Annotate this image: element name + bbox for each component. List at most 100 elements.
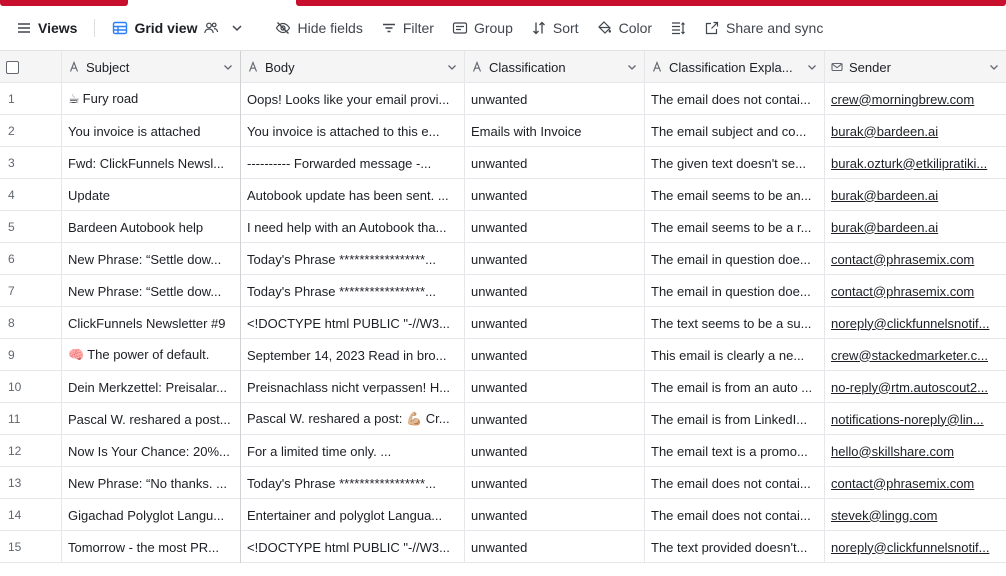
sender-cell[interactable]: crew@morningbrew.com [825,83,1006,115]
sender-cell[interactable]: noreply@clickfunnelsnotif... [825,531,1006,563]
share-and-sync-button[interactable]: Share and sync [695,14,832,42]
subject-cell[interactable]: Dein Merkzettel: Preisalar... [62,371,241,403]
subject-cell[interactable]: New Phrase: “No thanks. ... [62,467,241,499]
chevron-down-icon[interactable] [446,61,458,73]
explanation-cell[interactable]: The email does not contai... [645,83,825,115]
table-row[interactable]: 10 Dein Merkzettel: Preisalar... Preisnach… [0,371,1006,403]
classification-cell[interactable]: unwanted [465,531,645,563]
subject-cell[interactable]: New Phrase: “Settle dow... [62,243,241,275]
body-cell[interactable]: September 14, 2023 Read in bro... [241,339,465,371]
classification-cell[interactable]: unwanted [465,499,645,531]
column-header-classification[interactable]: Classification [465,51,645,83]
hide-fields-button[interactable]: Hide fields [266,14,371,42]
row-number-cell[interactable]: 9 [0,339,62,371]
table-row[interactable]: 15 Tomorrow - the most PR... <!DOCTYPE htm… [0,531,1006,563]
table-row[interactable]: 4 Update Autobook update has been sent. ..… [0,179,1006,211]
sender-cell[interactable]: noreply@clickfunnelsnotif... [825,307,1006,339]
sender-email-link[interactable]: contact@phrasemix.com [831,252,1000,267]
sender-cell[interactable]: contact@phrasemix.com [825,243,1006,275]
body-cell[interactable]: <!DOCTYPE html PUBLIC "-//W3... [241,307,465,339]
explanation-cell[interactable]: The email is from an auto ... [645,371,825,403]
row-number-cell[interactable]: 14 [0,499,62,531]
column-header-body[interactable]: Body [241,51,465,83]
subject-cell[interactable]: Bardeen Autobook help [62,211,241,243]
explanation-cell[interactable]: The email subject and co... [645,115,825,147]
sender-email-link[interactable]: stevek@lingg.com [831,508,1000,523]
row-number-cell[interactable]: 11 [0,403,62,435]
sort-button[interactable]: Sort [522,14,588,42]
body-cell[interactable]: Today's Phrase *****************... [241,275,465,307]
explanation-cell[interactable]: The email is from LinkedI... [645,403,825,435]
sender-cell[interactable]: stevek@lingg.com [825,499,1006,531]
table-row[interactable]: 7 New Phrase: “Settle dow... Today's Phras… [0,275,1006,307]
body-cell[interactable]: Oops! Looks like your email provi... [241,83,465,115]
classification-cell[interactable]: unwanted [465,83,645,115]
subject-cell[interactable]: Pascal W. reshared a post... [62,403,241,435]
filter-button[interactable]: Filter [372,14,443,42]
table-row[interactable]: 8 ClickFunnels Newsletter #9 <!DOCTYPE htm… [0,307,1006,339]
explanation-cell[interactable]: The email text is a promo... [645,435,825,467]
classification-cell[interactable]: unwanted [465,243,645,275]
grid-view-button[interactable]: Grid view [103,14,254,42]
body-cell[interactable]: Entertainer and polyglot Langua... [241,499,465,531]
sender-email-link[interactable]: burak.ozturk@etkilipratiki... [831,156,1000,171]
sender-cell[interactable]: contact@phrasemix.com [825,275,1006,307]
select-all-checkbox[interactable] [6,60,19,74]
body-cell[interactable]: Today's Phrase *****************... [241,467,465,499]
sender-cell[interactable]: hello@skillshare.com [825,435,1006,467]
chevron-down-icon[interactable] [229,20,245,36]
sender-cell[interactable]: no-reply@rtm.autoscout2... [825,371,1006,403]
chevron-down-icon[interactable] [806,61,818,73]
table-row[interactable]: 12 Now Is Your Chance: 20%... For a limite… [0,435,1006,467]
classification-cell[interactable]: unwanted [465,339,645,371]
explanation-cell[interactable]: The email does not contai... [645,499,825,531]
body-cell[interactable]: Pascal W. reshared a post: 💪🏼 Cr... [241,403,465,435]
body-cell[interactable]: Autobook update has been sent. ... [241,179,465,211]
classification-cell[interactable]: unwanted [465,403,645,435]
chevron-down-icon[interactable] [626,61,638,73]
row-height-button[interactable] [661,14,695,42]
explanation-cell[interactable]: The text seems to be a su... [645,307,825,339]
classification-cell[interactable]: unwanted [465,179,645,211]
sender-cell[interactable]: crew@stackedmarketer.c... [825,339,1006,371]
table-row[interactable]: 3 Fwd: ClickFunnels Newsl... ---------- Fo… [0,147,1006,179]
subject-cell[interactable]: New Phrase: “Settle dow... [62,275,241,307]
classification-cell[interactable]: Emails with Invoice [465,115,645,147]
row-number-cell[interactable]: 2 [0,115,62,147]
sender-email-link[interactable]: no-reply@rtm.autoscout2... [831,380,1000,395]
row-number-cell[interactable]: 1 [0,83,62,115]
row-number-cell[interactable]: 6 [0,243,62,275]
row-number-cell[interactable]: 13 [0,467,62,499]
body-cell[interactable]: For a limited time only. ... [241,435,465,467]
subject-cell[interactable]: You invoice is attached [62,115,241,147]
classification-cell[interactable]: unwanted [465,371,645,403]
body-cell[interactable]: You invoice is attached to this e... [241,115,465,147]
table-row[interactable]: 14 Gigachad Polyglot Langu... Entertainer … [0,499,1006,531]
classification-cell[interactable]: unwanted [465,307,645,339]
chevron-down-icon[interactable] [988,61,1000,73]
body-cell[interactable]: Today's Phrase *****************... [241,243,465,275]
sender-email-link[interactable]: noreply@clickfunnelsnotif... [831,316,1000,331]
sender-email-link[interactable]: burak@bardeen.ai [831,220,1000,235]
explanation-cell[interactable]: The given text doesn't se... [645,147,825,179]
sender-cell[interactable]: burak@bardeen.ai [825,115,1006,147]
subject-cell[interactable]: Fwd: ClickFunnels Newsl... [62,147,241,179]
table-row[interactable]: 5 Bardeen Autobook help I need help with a… [0,211,1006,243]
table-row[interactable]: 6 New Phrase: “Settle dow... Today's Phras… [0,243,1006,275]
sender-cell[interactable]: burak@bardeen.ai [825,179,1006,211]
subject-cell[interactable]: ☕ Fury road [62,83,241,115]
body-cell[interactable]: <!DOCTYPE html PUBLIC "-//W3... [241,531,465,563]
row-number-cell[interactable]: 7 [0,275,62,307]
sender-email-link[interactable]: crew@stackedmarketer.c... [831,348,1000,363]
table-row[interactable]: 1 ☕ Fury road Oops! Looks like your email p… [0,83,1006,115]
row-number-cell[interactable]: 3 [0,147,62,179]
table-row[interactable]: 13 New Phrase: “No thanks. ... Today's Phr… [0,467,1006,499]
explanation-cell[interactable]: The email in question doe... [645,243,825,275]
column-header-subject[interactable]: Subject [62,51,241,83]
classification-cell[interactable]: unwanted [465,275,645,307]
row-number-cell[interactable]: 4 [0,179,62,211]
sender-cell[interactable]: burak@bardeen.ai [825,211,1006,243]
explanation-cell[interactable]: The text provided doesn't... [645,531,825,563]
group-button[interactable]: Group [443,14,522,42]
row-number-cell[interactable]: 5 [0,211,62,243]
